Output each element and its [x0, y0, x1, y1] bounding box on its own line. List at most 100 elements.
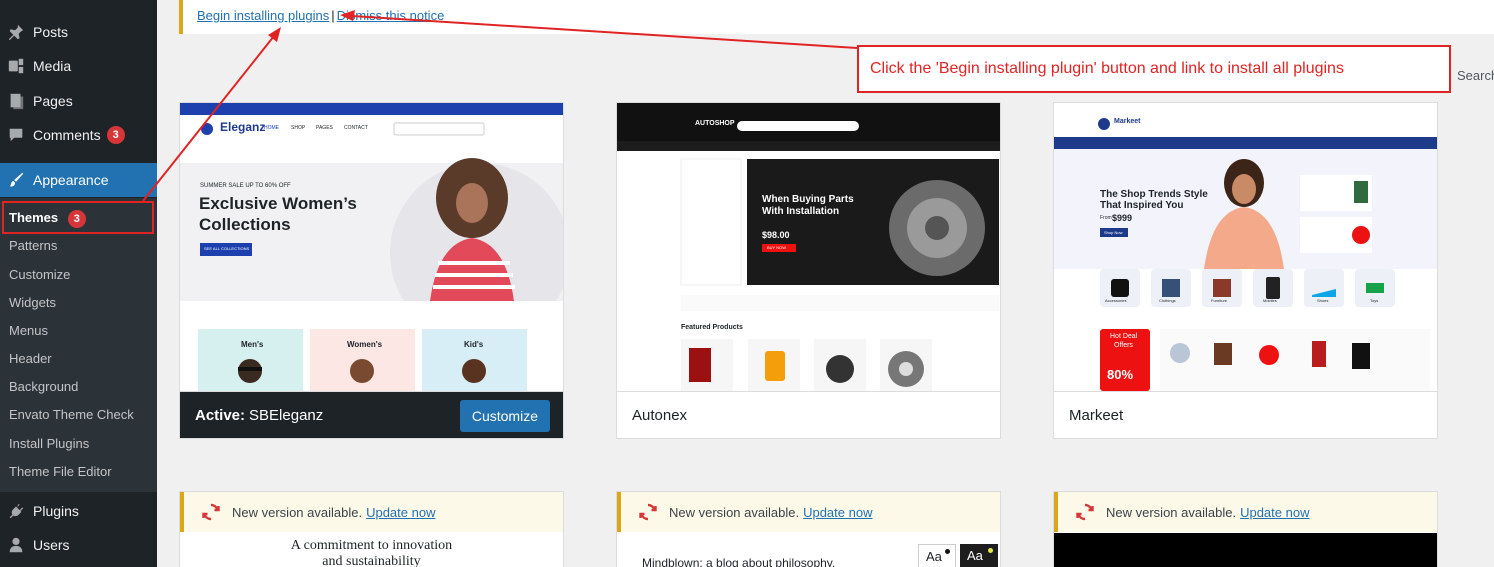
- preview-brand: AUTOSHOP: [695, 120, 735, 127]
- menu-comments[interactable]: Comments 3: [0, 118, 157, 152]
- preview-nav-contact: CONTACT: [344, 125, 368, 131]
- theme-card-update-1[interactable]: New version available. Update now A comm…: [179, 491, 564, 567]
- theme-name: Autonex: [632, 406, 688, 424]
- theme-footer: Active: SBEleganz Customize: [180, 391, 563, 438]
- preview-price: $999: [1112, 213, 1133, 223]
- theme-card-update-2[interactable]: New version available. Update now Mindbl…: [616, 491, 1001, 567]
- preview-category-men: Men's: [241, 340, 264, 349]
- preview-nav-pages: PAGES: [316, 125, 333, 131]
- preview-deal-1: Hot Deal: [1110, 333, 1138, 340]
- preview-text-2: and sustainability: [322, 554, 421, 567]
- preview-cat-accessories: Accessories: [1105, 298, 1127, 303]
- submenu-theme-file-editor[interactable]: Theme File Editor: [9, 461, 112, 483]
- customize-button[interactable]: Customize: [459, 400, 550, 432]
- theme-card-update-3[interactable]: New version available. Update now: [1053, 491, 1438, 567]
- theme-screenshot: AUTOSHOP When Buying Parts With Installa…: [617, 103, 1000, 391]
- preview-category-kids: Kid's: [464, 340, 484, 349]
- style-swatch-dark: Aa: [960, 544, 998, 567]
- update-now-link[interactable]: Update now: [366, 505, 435, 520]
- submenu-envato-theme-check[interactable]: Envato Theme Check: [9, 404, 134, 426]
- update-now-link[interactable]: Update now: [803, 505, 872, 520]
- menu-label: Plugins: [33, 503, 79, 519]
- preview-cat-furniture: Furniture: [1211, 298, 1228, 303]
- update-icon: [639, 503, 657, 521]
- theme-name: Markeet: [1069, 406, 1124, 424]
- theme-screenshot: Markeet The Shop Trends Style That Inspi…: [1054, 103, 1437, 391]
- swatch-dot: [988, 548, 993, 553]
- menu-plugins[interactable]: Plugins: [0, 494, 157, 528]
- preview-text-1: Mindblown: a blog about philosophy.: [642, 556, 836, 567]
- preview-headline-1: When Buying Parts: [762, 194, 854, 205]
- preview-cta: Shop Now: [1104, 230, 1123, 235]
- menu-label: Media: [33, 58, 72, 74]
- preview-deal-pct: 80%: [1107, 367, 1134, 382]
- comments-icon: [6, 125, 26, 145]
- update-notice: New version available. Update now: [617, 492, 1000, 532]
- update-icon: [202, 503, 220, 521]
- comments-count-badge: 3: [106, 126, 125, 144]
- theme-card-markeet[interactable]: Markeet The Shop Trends Style That Inspi…: [1053, 102, 1438, 439]
- preview-headline-1: The Shop Trends Style: [1100, 189, 1208, 200]
- update-text: New version available.: [232, 504, 363, 520]
- submenu-menus[interactable]: Menus: [9, 320, 48, 342]
- pages-icon: [6, 91, 26, 111]
- menu-appearance[interactable]: Appearance: [0, 163, 157, 197]
- preview-headline-2: Collections: [199, 215, 291, 234]
- preview-featured: Featured Products: [681, 324, 743, 331]
- preview-cat-toys: Toys: [1370, 298, 1379, 303]
- update-now-link[interactable]: Update now: [1240, 505, 1309, 520]
- preview-category-women: Women's: [347, 340, 383, 349]
- theme-name: SBEleganz: [249, 406, 324, 424]
- submenu-patterns[interactable]: Patterns: [9, 235, 57, 257]
- update-notice: New version available. Update now: [180, 492, 563, 532]
- submenu-widgets[interactable]: Widgets: [9, 292, 56, 314]
- media-icon: [6, 56, 26, 76]
- preview-text-1: A commitment to innovation: [290, 538, 453, 553]
- theme-screenshot: [1054, 533, 1437, 567]
- begin-installing-plugins-link[interactable]: Begin installing plugins: [197, 8, 329, 23]
- menu-media[interactable]: Media: [0, 49, 157, 83]
- preview-cat-mobiles: Mobiles: [1263, 298, 1277, 303]
- submenu-background[interactable]: Background: [9, 376, 78, 398]
- preview-brand: Eleganz: [220, 120, 266, 134]
- menu-label: Comments: [33, 127, 101, 143]
- dismiss-notice-link[interactable]: Dismiss this notice: [337, 8, 445, 23]
- preview-headline-1: Exclusive Women’s: [199, 194, 357, 213]
- update-text: New version available.: [669, 504, 800, 520]
- swatch-label: Aa: [967, 548, 983, 563]
- update-icon: [1076, 503, 1094, 521]
- preview-sale-text: SUMMER SALE UP TO 60% OFF: [200, 183, 291, 189]
- theme-card-autonex[interactable]: AUTOSHOP When Buying Parts With Installa…: [616, 102, 1001, 439]
- swatch-dot: [945, 549, 950, 554]
- style-swatch-light: Aa: [918, 544, 956, 567]
- notice-separator: |: [331, 8, 335, 23]
- submenu-install-plugins[interactable]: Install Plugins: [9, 433, 89, 455]
- menu-pages[interactable]: Pages: [0, 84, 157, 118]
- preview-cta: BUY NOW: [767, 245, 787, 250]
- menu-label: Posts: [33, 24, 69, 40]
- preview-brand: Markeet: [1114, 118, 1141, 125]
- menu-label: Appearance: [33, 172, 109, 188]
- menu-users[interactable]: Users: [0, 528, 157, 562]
- notice-links: Begin installing plugins | Dismiss this no…: [197, 8, 444, 23]
- instruction-callout: Click the 'Begin installing plugin' butt…: [857, 45, 1451, 93]
- active-label: Active:: [195, 406, 246, 424]
- preview-nav-shop: SHOP: [291, 125, 306, 131]
- theme-screenshot: Eleganz HOME SHOP PAGES CONTACT SUMMER S…: [180, 103, 563, 391]
- preview-cat-clothings: Clothings: [1159, 298, 1176, 303]
- preview-cta: SEE ALL COLLECTIONS: [204, 246, 250, 251]
- theme-card-sbeleganz[interactable]: Eleganz HOME SHOP PAGES CONTACT SUMMER S…: [179, 102, 564, 439]
- preview-price-label: From: [1100, 215, 1112, 221]
- submenu-customize[interactable]: Customize: [9, 264, 70, 286]
- menu-label: Pages: [33, 93, 73, 109]
- update-text: New version available.: [1106, 504, 1237, 520]
- users-icon: [6, 535, 26, 555]
- pushpin-icon: [6, 22, 26, 42]
- swatch-label: Aa: [926, 549, 942, 564]
- preview-price: $98.00: [762, 230, 790, 240]
- menu-posts[interactable]: Posts: [0, 15, 157, 49]
- themes-highlight-box: [2, 201, 154, 234]
- theme-footer: Markeet: [1054, 391, 1437, 438]
- submenu-header[interactable]: Header: [9, 348, 52, 370]
- preview-cat-shoes: Shoes: [1317, 298, 1329, 303]
